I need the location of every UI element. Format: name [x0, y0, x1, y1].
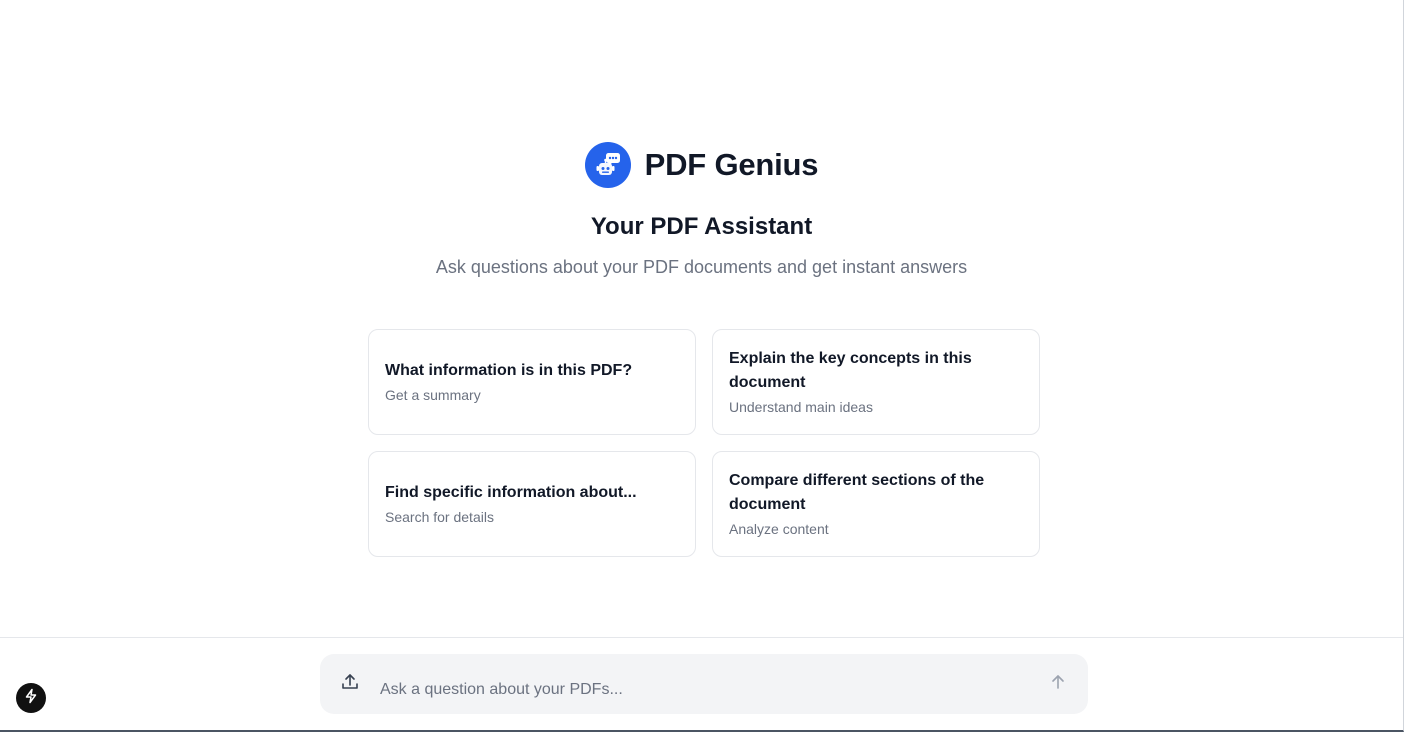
page-subtitle: Ask questions about your PDF documents a…	[435, 257, 968, 277]
suggestion-title: What information is in this PDF?	[385, 362, 633, 379]
suggestion-card-find-info[interactable]: Find specific information about... Searc…	[368, 451, 696, 557]
upload-icon	[340, 672, 360, 697]
suggestion-title: Find specific information about...	[385, 484, 637, 501]
suggestion-subtitle: Search for details	[385, 509, 494, 525]
question-input[interactable]	[380, 654, 1028, 714]
composer-divider	[0, 637, 1403, 638]
brand-header: PDF Genius	[0, 142, 1403, 188]
suggestion-subtitle: Analyze content	[729, 521, 829, 537]
suggestion-subtitle: Get a summary	[385, 387, 481, 403]
suggestion-title: Explain the key concepts in this documen…	[729, 350, 972, 391]
dev-tools-button[interactable]	[16, 683, 46, 713]
lightning-bolt-icon	[23, 688, 39, 709]
suggestion-card-key-concepts[interactable]: Explain the key concepts in this documen…	[712, 329, 1040, 435]
arrow-up-icon	[1049, 673, 1067, 696]
upload-button[interactable]	[320, 654, 380, 714]
page-title: Your PDF Assistant	[590, 213, 813, 240]
send-button[interactable]	[1028, 654, 1088, 714]
suggestion-card-summary[interactable]: What information is in this PDF? Get a s…	[368, 329, 696, 435]
suggestion-grid: What information is in this PDF? Get a s…	[368, 329, 1040, 557]
suggestion-title: Compare different sections of the docume…	[729, 472, 985, 513]
message-composer	[320, 654, 1088, 714]
app-window: PDF Genius Your PDF Assistant Ask questi…	[0, 0, 1404, 732]
suggestion-card-compare[interactable]: Compare different sections of the docume…	[712, 451, 1040, 557]
brand-name: PDF Genius	[644, 147, 819, 182]
robot-chat-icon	[584, 142, 631, 188]
suggestion-subtitle: Understand main ideas	[729, 399, 873, 415]
